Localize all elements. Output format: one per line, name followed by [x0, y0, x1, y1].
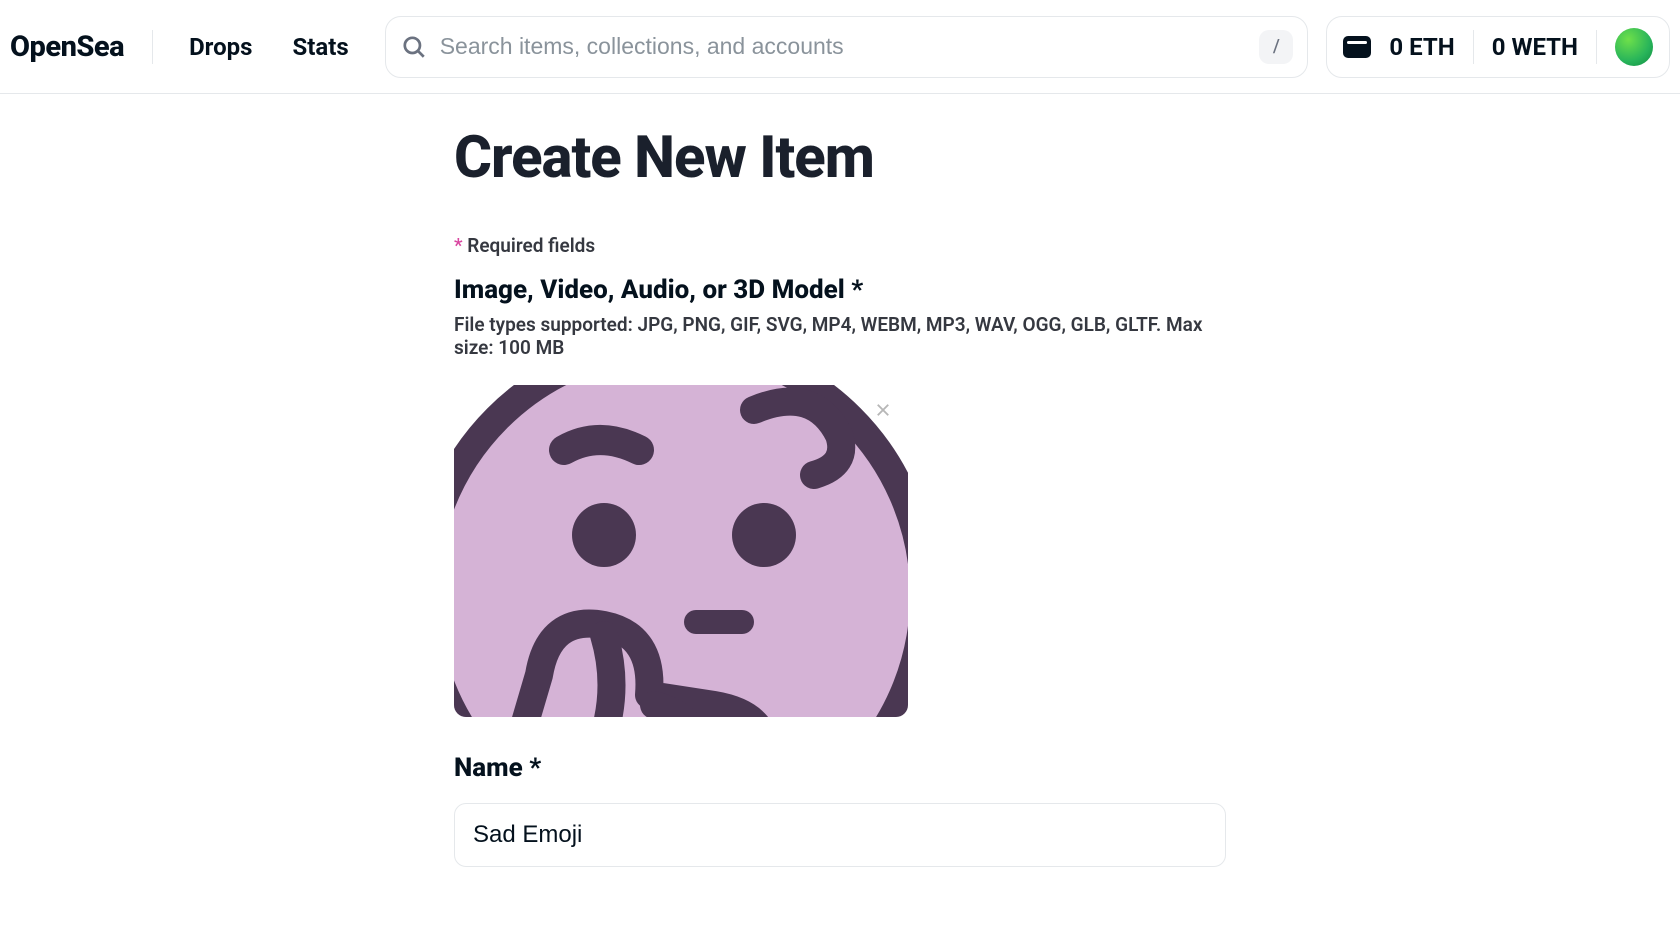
name-field-label: Name *	[454, 753, 1226, 783]
name-input[interactable]	[454, 803, 1226, 867]
nav-links: Drops Stats	[153, 33, 385, 61]
search-icon	[400, 33, 428, 61]
slash-shortcut-badge: /	[1259, 30, 1293, 64]
divider	[1473, 30, 1474, 64]
logo-area[interactable]: OpenSea	[10, 30, 153, 64]
required-star: *	[454, 234, 463, 257]
avatar[interactable]	[1615, 28, 1653, 66]
search-input[interactable]	[440, 33, 1260, 60]
nav-drops[interactable]: Drops	[189, 33, 252, 61]
media-section-label: Image, Video, Audio, or 3D Model *	[454, 275, 1226, 305]
divider	[1596, 30, 1597, 64]
header: OpenSea Drops Stats / 0 ETH 0 WETH	[0, 0, 1680, 94]
required-text: Required fields	[463, 234, 596, 257]
logo-text: OpenSea	[10, 30, 124, 64]
close-icon[interactable]	[872, 399, 894, 421]
required-fields-note: * Required fields	[454, 234, 1226, 257]
eth-balance: 0 ETH	[1389, 33, 1454, 61]
search-bar[interactable]: /	[385, 16, 1309, 78]
media-upload-preview[interactable]	[454, 385, 908, 717]
wallet-icon	[1343, 36, 1371, 58]
nav-stats[interactable]: Stats	[292, 33, 348, 61]
page-title: Create New Item	[454, 124, 1226, 192]
uploaded-image	[454, 385, 908, 717]
media-section-sub: File types supported: JPG, PNG, GIF, SVG…	[454, 313, 1226, 359]
main-content: Create New Item * Required fields Image,…	[454, 94, 1226, 907]
weth-balance: 0 WETH	[1492, 33, 1578, 61]
wallet-area[interactable]: 0 ETH 0 WETH	[1326, 16, 1670, 78]
